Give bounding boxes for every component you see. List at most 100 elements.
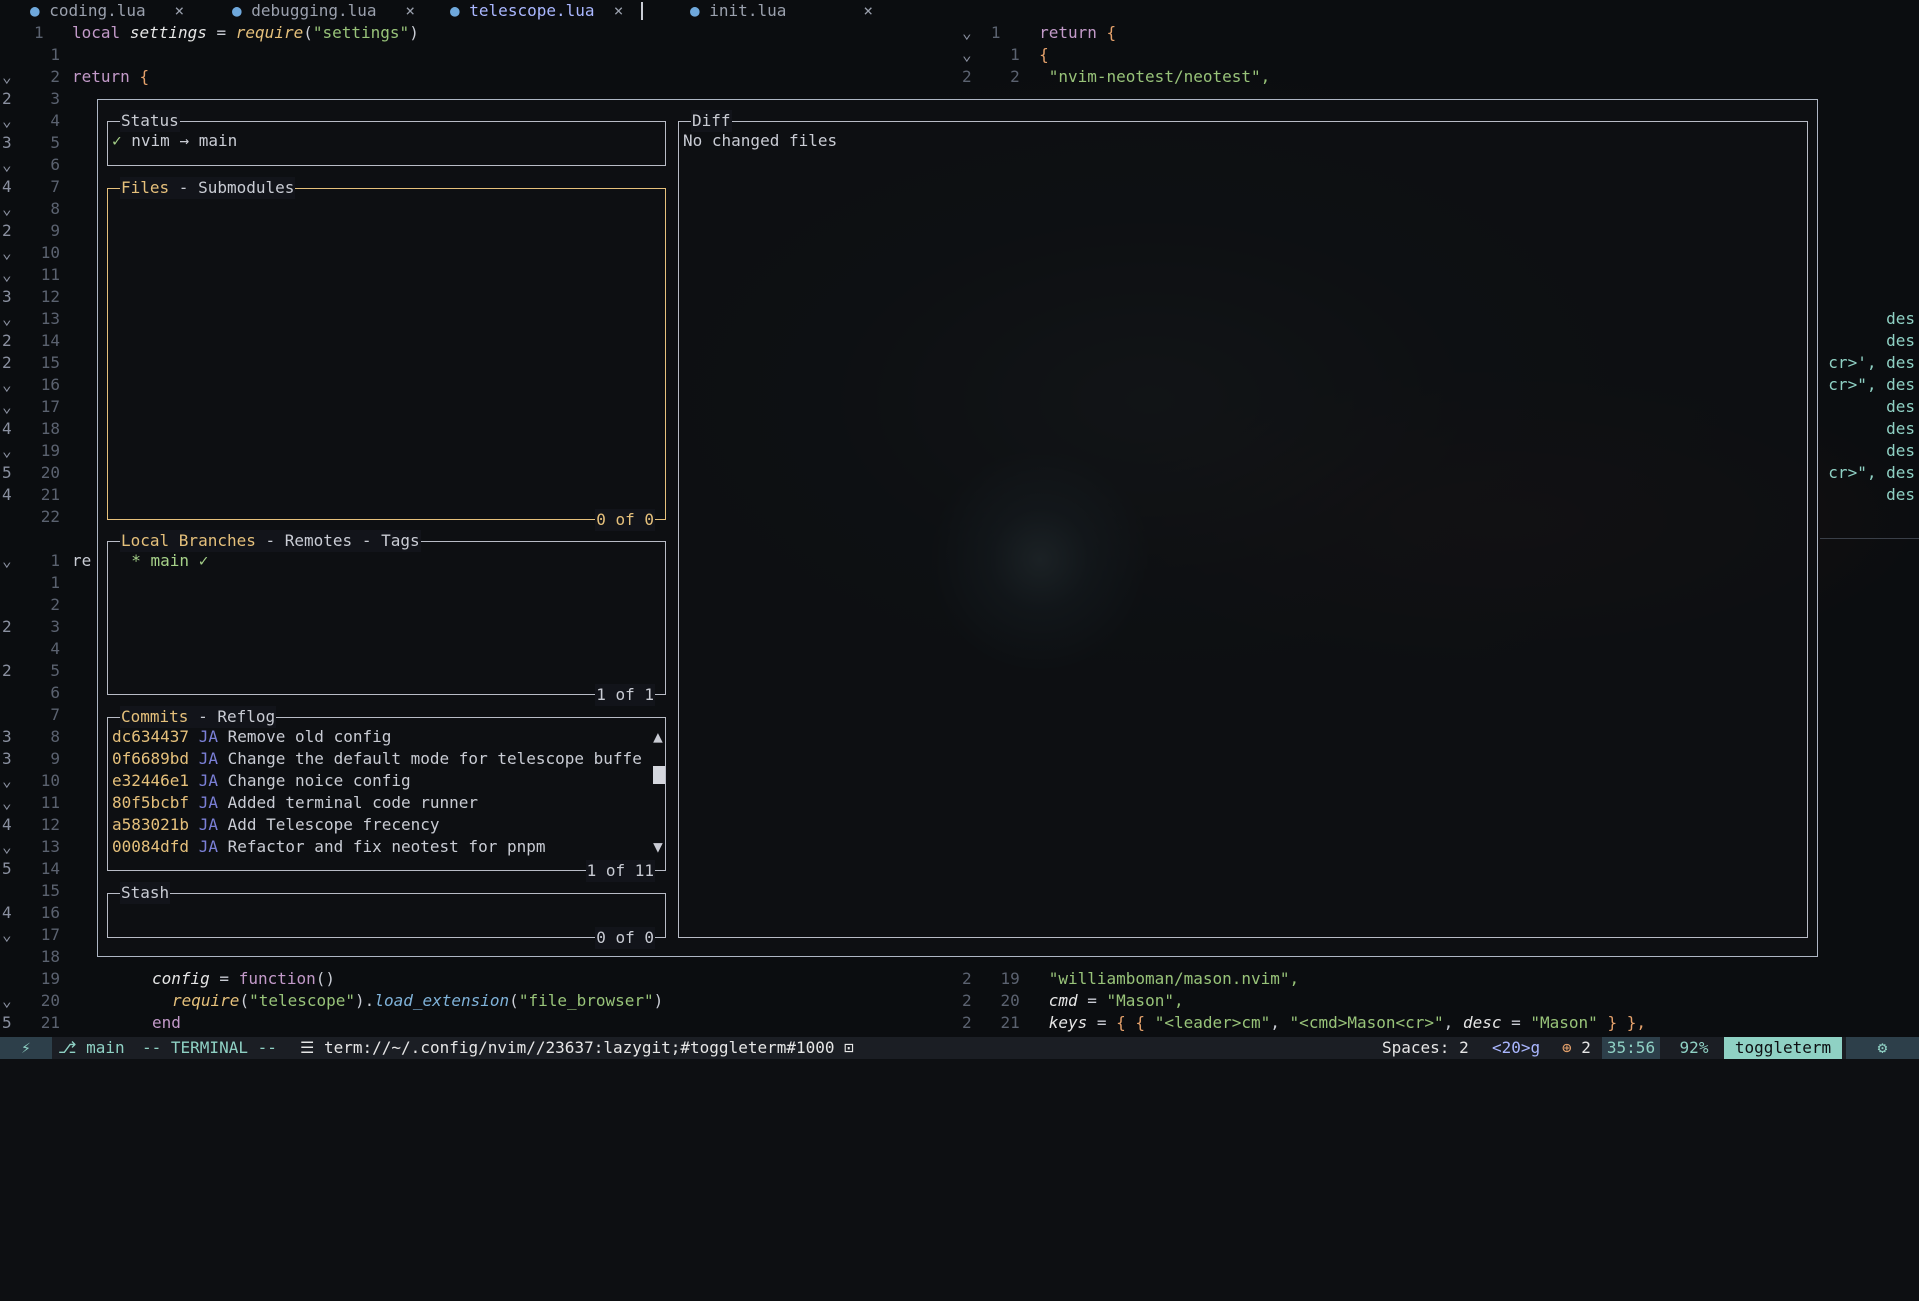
gutter-row: ⌄ 10 xyxy=(2,243,60,262)
gutter-row: 2 15 xyxy=(2,353,60,372)
mode-icon: ⚡ xyxy=(0,1037,52,1059)
filetype-label: toggleterm xyxy=(1724,1037,1842,1059)
diff-panel-title: Diff xyxy=(691,110,732,132)
commit-row[interactable]: a583021b JA Add Telescope frecency xyxy=(112,814,649,836)
gutter-row: 4 21 xyxy=(2,485,60,504)
gutter-row: ⌄ 20 xyxy=(2,991,60,1010)
diff-text: No changed files xyxy=(683,131,838,150)
gutter-row: 23 xyxy=(2,617,60,636)
files-panel-title[interactable]: Files - Submodules xyxy=(120,177,296,199)
status-panel-title: Status xyxy=(120,110,180,132)
code-first-text: re xyxy=(72,551,92,570)
code-line-3: 2 2 "nvim-neotest/neotest", xyxy=(962,67,1271,86)
gutter-row: ⌄ 17 xyxy=(2,925,60,944)
tab-telescope-lua[interactable]: ● telescope.lua × xyxy=(450,0,623,22)
branches-panel[interactable]: Local Branches - Remotes - Tags * main ✓… xyxy=(107,530,666,706)
tab-separator xyxy=(641,2,643,20)
branches-panel-title[interactable]: Local Branches - Remotes - Tags xyxy=(120,530,421,552)
code-fragment: des xyxy=(1886,441,1915,460)
code-line-20: 2 20 cmd = "Mason", xyxy=(962,991,1184,1010)
commits-panel[interactable]: Commits - Reflog dc634437 JA Remove old … xyxy=(107,706,666,882)
commit-row[interactable]: 0f6689bd JA Change the default mode for … xyxy=(112,748,649,770)
check-icon: ✓ xyxy=(112,131,122,150)
files-panel[interactable]: Files - Submodules 0 of 0 xyxy=(107,177,666,531)
close-icon[interactable]: × xyxy=(863,1,873,20)
gutter-row: 5 14 xyxy=(2,859,60,878)
code-line-20: require("telescope").load_extension("fil… xyxy=(172,991,664,1010)
code-fragment: des xyxy=(1886,331,1915,350)
branches-count: 1 of 1 xyxy=(595,684,655,706)
tab-coding-lua[interactable]: ● coding.lua × xyxy=(30,0,184,22)
git-branch-icon: ⎇ xyxy=(58,1038,77,1057)
lua-file-icon: ● xyxy=(232,1,242,20)
gutter-row: 23 xyxy=(2,89,60,108)
gutter-row: ⌄ 17 xyxy=(2,397,60,416)
gutter-row: 25 xyxy=(2,661,60,680)
code-fragment: des xyxy=(1886,397,1915,416)
scroll-percent: 92% xyxy=(1679,1038,1709,1057)
close-icon[interactable]: × xyxy=(175,1,185,20)
code-line-1: local settings = require("settings") xyxy=(72,23,419,42)
lazygit-window[interactable]: Status ✓ nvim → main Files - Submodules … xyxy=(97,99,1818,957)
code-line-3: return { xyxy=(72,67,150,86)
gutter-row: 5 21 xyxy=(2,1013,60,1032)
gutter-row: 38 xyxy=(2,727,60,746)
close-icon[interactable]: × xyxy=(405,1,415,20)
scrollbar-thumb[interactable] xyxy=(653,766,665,784)
scroll-up-icon[interactable]: ▲ xyxy=(651,726,665,748)
gutter-row: 29 xyxy=(2,221,60,240)
gutter-row: ⌄ 19 xyxy=(2,441,60,460)
code-fragment: cr>", des xyxy=(1828,375,1915,394)
gutter-row: ⌄ 2 xyxy=(2,67,60,86)
commit-row[interactable]: e32446e1 JA Change noice config xyxy=(112,770,649,792)
commit-row[interactable]: 80f5bcbf JA Added terminal code runner xyxy=(112,792,649,814)
git-branch[interactable]: ⎇ main xyxy=(58,1037,125,1059)
vim-mode: -- TERMINAL -- xyxy=(142,1038,277,1057)
menu-icon: ☰ xyxy=(300,1038,315,1057)
repo-branch-text: nvim → main xyxy=(131,131,238,150)
settings-icon[interactable]: ⚙ xyxy=(1846,1037,1919,1059)
code-fragment: des xyxy=(1886,419,1915,438)
branch-row-main[interactable]: * main ✓ xyxy=(112,550,661,572)
commit-row[interactable]: dc634437 JA Remove old config xyxy=(112,726,649,748)
close-icon[interactable]: × xyxy=(614,1,624,20)
package-icon: ⊕ xyxy=(1562,1038,1572,1057)
code-fragment: cr>', des xyxy=(1828,353,1915,372)
commit-list[interactable]: dc634437 JA Remove old config 0f6689bd JA… xyxy=(112,726,649,858)
tab-init-lua[interactable]: ● init.lua × xyxy=(690,0,873,22)
tab-debugging-lua[interactable]: ● debugging.lua × xyxy=(232,0,415,22)
code-fragment: des xyxy=(1886,309,1915,328)
line-number: 1 xyxy=(34,23,44,42)
diff-panel[interactable]: Diff No changed files xyxy=(678,110,1808,938)
commits-panel-title[interactable]: Commits - Reflog xyxy=(120,706,277,728)
gutter-row: 4 16 xyxy=(2,903,60,922)
gutter-row: ⌄ 10 xyxy=(2,771,60,790)
code-line-19: 2 19 "williamboman/mason.nvim", xyxy=(962,969,1300,988)
split-divider xyxy=(1820,538,1919,539)
status-panel[interactable]: Status ✓ nvim → main xyxy=(107,110,666,166)
code-line-1: ⌄ 1 return { xyxy=(962,23,1117,42)
code-line-19: config = function() xyxy=(152,969,336,988)
gutter-row: 4 12 xyxy=(2,815,60,834)
stash-panel[interactable]: Stash 0 of 0 xyxy=(107,882,666,949)
statusline: ⚡ ⎇ main -- TERMINAL -- ☰ term://~/.conf… xyxy=(0,1037,1919,1059)
indent-setting[interactable]: Spaces: 2 xyxy=(1382,1037,1469,1059)
code-line-21: 2 21 keys = { { "<leader>cm", "<cmd>Maso… xyxy=(962,1013,1646,1032)
lock-icon: ⊡ xyxy=(844,1038,854,1057)
lua-file-icon: ● xyxy=(30,1,40,20)
gutter-row: 2 14 xyxy=(2,331,60,350)
lua-file-icon: ● xyxy=(450,1,460,20)
commit-row[interactable]: 00084dfd JA Refactor and fix neotest for… xyxy=(112,836,649,858)
gutter-row: 5 20 xyxy=(2,463,60,482)
gutter-row: ⌄ 16 xyxy=(2,375,60,394)
gutter-row: ⌄ 11 xyxy=(2,793,60,812)
gutter-row: 35 xyxy=(2,133,60,152)
code-line-21: end xyxy=(152,1013,181,1032)
cursor-position: 35:56 xyxy=(1602,1037,1660,1059)
gutter-row: ⌄ 11 xyxy=(2,265,60,284)
gutter-row: 47 xyxy=(2,177,60,196)
scroll-down-icon[interactable]: ▼ xyxy=(651,836,665,858)
check-icon: ✓ xyxy=(198,551,209,570)
lua-file-icon: ● xyxy=(690,1,700,20)
code-fragment: des xyxy=(1886,485,1915,504)
